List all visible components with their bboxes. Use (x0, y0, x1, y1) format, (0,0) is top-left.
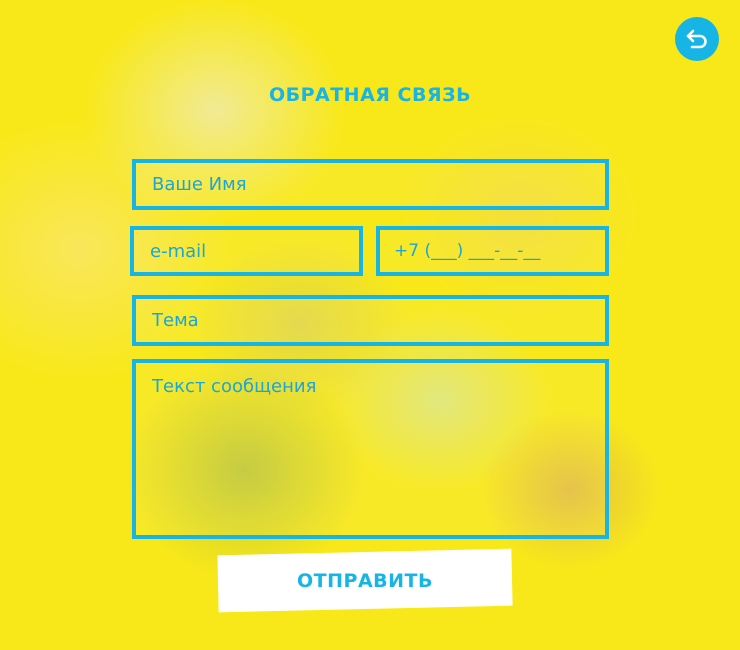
name-placeholder: Ваше Имя (152, 174, 247, 195)
message-placeholder: Текст сообщения (152, 376, 317, 397)
phone-placeholder: +7 (___) ___-__-__ (394, 241, 541, 261)
submit-button[interactable]: ОТПРАВИТЬ (217, 548, 513, 613)
topic-placeholder: Тема (152, 310, 199, 331)
name-input[interactable]: Ваше Имя (132, 159, 609, 210)
email-placeholder: e-mail (150, 240, 207, 262)
message-textarea[interactable]: Текст сообщения (132, 359, 609, 539)
topic-input[interactable]: Тема (132, 295, 609, 346)
back-button[interactable] (675, 17, 719, 61)
phone-input[interactable]: +7 (___) ___-__-__ (376, 226, 609, 276)
page-title: ОБРАТНАЯ СВЯЗЬ (268, 84, 472, 106)
back-arrow-icon (684, 28, 710, 50)
email-input[interactable]: e-mail (130, 226, 363, 276)
submit-label: ОТПРАВИТЬ (297, 569, 433, 592)
